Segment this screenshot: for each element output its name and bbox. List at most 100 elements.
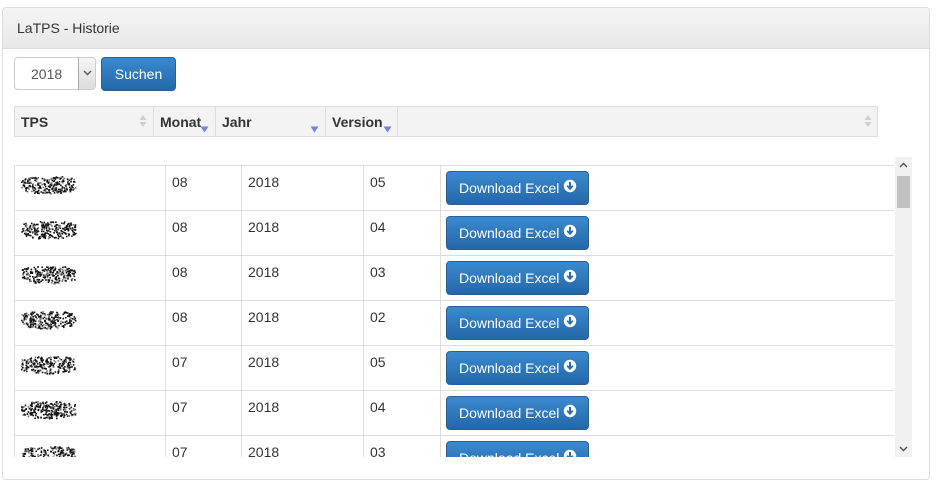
table-body[interactable]: 08 2018 05 Download Excel 08 2018 04 Download E… <box>14 157 911 457</box>
download-circle-icon <box>563 262 577 294</box>
scroll-up-icon[interactable] <box>895 157 912 174</box>
table-cell-tps <box>14 391 165 436</box>
cell-text: 04 <box>370 219 386 235</box>
download-excel-label: Download Excel <box>459 405 560 421</box>
cell-text: 2018 <box>248 219 280 235</box>
cell-text: 08 <box>172 309 188 325</box>
column-header-actions[interactable] <box>398 107 877 136</box>
download-circle-icon <box>563 442 577 457</box>
table-row: 07 2018 03 Download Excel <box>14 435 894 457</box>
download-circle-icon <box>563 217 577 249</box>
column-header-monat[interactable]: Monat <box>154 107 216 136</box>
cell-text: 08 <box>172 174 188 190</box>
year-select-value: 2018 <box>31 66 63 82</box>
table-cell-version: 04 <box>363 211 440 256</box>
table-row: 08 2018 02 Download Excel <box>14 300 894 346</box>
table-row: 08 2018 03 Download Excel <box>14 255 894 301</box>
table-cell-jahr: 2018 <box>241 436 363 457</box>
table-cell-version: 05 <box>363 346 440 391</box>
download-circle-icon <box>563 172 577 204</box>
table-cell-action: Download Excel <box>440 256 894 301</box>
download-excel-button[interactable]: Download Excel <box>446 441 589 457</box>
redacted-tps-value <box>21 176 77 195</box>
table-row: 07 2018 04 Download Excel <box>14 390 894 436</box>
table-cell-jahr: 2018 <box>241 256 363 301</box>
table-cell-tps <box>14 166 165 211</box>
search-button[interactable]: Suchen <box>101 57 176 91</box>
redacted-tps-value <box>21 221 77 240</box>
table-cell-action: Download Excel <box>440 301 894 346</box>
column-header-label: Jahr <box>222 114 252 130</box>
download-excel-button[interactable]: Download Excel <box>446 396 589 430</box>
cell-text: 07 <box>172 444 188 457</box>
table-row: 07 2018 05 Download Excel <box>14 345 894 391</box>
table-cell-jahr: 2018 <box>241 166 363 211</box>
redacted-tps-value <box>21 401 77 420</box>
table-cell-jahr: 2018 <box>241 346 363 391</box>
sort-both-icon <box>864 114 872 131</box>
table-cell-monat: 08 <box>165 256 241 301</box>
table-cell-monat: 08 <box>165 166 241 211</box>
table-cell-jahr: 2018 <box>241 391 363 436</box>
sort-both-icon <box>139 114 147 131</box>
cell-text: 05 <box>370 174 386 190</box>
cell-text: 02 <box>370 309 386 325</box>
year-select[interactable]: 2018 <box>14 57 96 90</box>
column-header-jahr[interactable]: Jahr <box>216 107 326 136</box>
cell-text: 2018 <box>248 174 280 190</box>
column-header-label: Monat <box>160 114 202 130</box>
table-cell-action: Download Excel <box>440 346 894 391</box>
scrollbar-thumb[interactable] <box>897 176 910 208</box>
download-excel-label: Download Excel <box>459 180 560 196</box>
table-cell-version: 03 <box>363 256 440 301</box>
download-excel-button[interactable]: Download Excel <box>446 351 589 385</box>
sort-desc-icon <box>200 120 209 136</box>
table-cell-jahr: 2018 <box>241 211 363 256</box>
cell-text: 2018 <box>248 309 280 325</box>
cell-text: 05 <box>370 354 386 370</box>
download-excel-button[interactable]: Download Excel <box>446 171 589 205</box>
table-cell-monat: 07 <box>165 436 241 457</box>
cell-text: 2018 <box>248 399 280 415</box>
table-cell-tps <box>14 346 165 391</box>
panel-title: LaTPS - Historie <box>3 8 929 49</box>
redacted-tps-value <box>22 446 77 457</box>
cell-text: 07 <box>172 399 188 415</box>
download-excel-button[interactable]: Download Excel <box>446 306 589 340</box>
column-header-tps[interactable]: TPS <box>15 107 154 136</box>
redacted-tps-value <box>21 356 76 375</box>
download-excel-label: Download Excel <box>459 270 560 286</box>
download-circle-icon <box>563 307 577 339</box>
table-cell-action: Download Excel <box>440 436 894 457</box>
cell-text: 04 <box>370 399 386 415</box>
table-cell-tps <box>14 256 165 301</box>
table-cell-version: 04 <box>363 391 440 436</box>
table-cell-action: Download Excel <box>440 166 894 211</box>
download-excel-label: Download Excel <box>459 360 560 376</box>
download-excel-label: Download Excel <box>459 450 559 457</box>
redacted-tps-value <box>21 266 77 285</box>
download-excel-label: Download Excel <box>459 315 560 331</box>
table-cell-action: Download Excel <box>440 391 894 436</box>
cell-text: 03 <box>370 444 386 457</box>
column-header-version[interactable]: Version <box>326 107 398 136</box>
table-cell-tps <box>14 211 165 256</box>
cell-text: 07 <box>172 354 188 370</box>
sort-desc-icon <box>383 120 392 136</box>
table-row: 08 2018 05 Download Excel <box>14 165 894 211</box>
download-excel-button[interactable]: Download Excel <box>446 261 589 295</box>
scroll-down-icon[interactable] <box>895 440 912 457</box>
table-cell-tps <box>14 301 165 346</box>
table-cell-monat: 07 <box>165 346 241 391</box>
cell-text: 03 <box>370 264 386 280</box>
table-row: 08 2018 04 Download Excel <box>14 210 894 256</box>
sort-desc-icon <box>310 120 319 136</box>
vertical-scrollbar[interactable] <box>895 157 912 457</box>
table-cell-jahr: 2018 <box>241 301 363 346</box>
chevron-down-icon[interactable] <box>78 58 95 89</box>
table-cell-monat: 08 <box>165 301 241 346</box>
table-cell-version: 05 <box>363 166 440 211</box>
download-excel-button[interactable]: Download Excel <box>446 216 589 250</box>
table-header: TPS Monat Jahr Version <box>14 106 878 137</box>
cell-text: 2018 <box>248 264 280 280</box>
